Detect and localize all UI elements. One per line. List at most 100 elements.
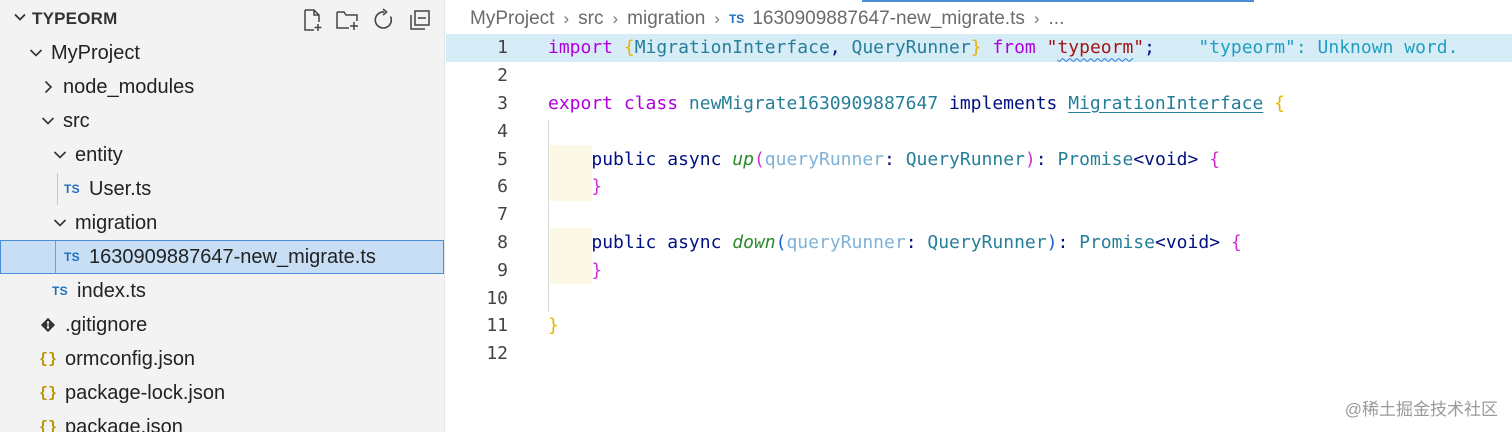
- line-number: 1: [497, 37, 508, 59]
- ts-badge: TS: [64, 182, 80, 196]
- code-text: }: [548, 315, 559, 337]
- code-area[interactable]: 1 import {MigrationInterface, QueryRunne…: [446, 34, 1512, 368]
- tree-item-label: ormconfig.json: [65, 347, 196, 370]
- line-number: 10: [486, 287, 508, 309]
- tree-item-entity[interactable]: entity: [0, 138, 444, 172]
- line-number: 4: [497, 120, 508, 142]
- ts-badge: TS: [64, 250, 80, 264]
- line-number: 2: [497, 65, 508, 87]
- tree-item-label: package-lock.json: [65, 381, 226, 404]
- code-text: }: [591, 259, 603, 281]
- line-number: 12: [486, 343, 508, 365]
- breadcrumb-item[interactable]: src: [578, 8, 603, 30]
- tree-item-label: migration: [75, 211, 158, 234]
- code-line: 8 public async down(queryRunner: QueryRu…: [446, 229, 1512, 257]
- chevron-right-icon: ›: [714, 9, 720, 28]
- code-line: 2: [446, 62, 1512, 90]
- code-line: 7: [446, 201, 1512, 229]
- code-line: 11 }: [446, 312, 1512, 340]
- tree-item-user-ts[interactable]: TS User.ts: [0, 172, 444, 206]
- active-tab-indicator: [862, 0, 1254, 2]
- breadcrumb: MyProject › src › migration › TS 1630909…: [446, 0, 1512, 38]
- code-text: export class newMigrate1630909887647 imp…: [548, 92, 1285, 114]
- tree-item-label: 1630909887647-new_migrate.ts: [89, 245, 376, 268]
- watermark: @稀土掘金技术社区: [1344, 400, 1498, 419]
- tree-item-migration[interactable]: migration: [0, 206, 444, 240]
- code-line: 4: [446, 117, 1512, 145]
- line-number: 6: [497, 176, 508, 198]
- tree-item-label: package.json: [65, 415, 183, 432]
- tree-item-label: MyProject: [51, 41, 140, 64]
- tree-item-label: entity: [75, 143, 123, 166]
- refresh-icon[interactable]: [370, 6, 398, 34]
- indent-guide: [57, 173, 58, 205]
- ts-badge: TS: [52, 284, 68, 298]
- indent-guide: [55, 241, 56, 273]
- tree-item-migration-file[interactable]: TS 1630909887647-new_migrate.ts: [0, 240, 444, 274]
- chevron-down-icon[interactable]: [12, 9, 28, 30]
- code-text: }: [591, 176, 603, 198]
- tree-item-src[interactable]: src: [0, 104, 444, 138]
- tree-item-gitignore[interactable]: .gitignore: [0, 308, 444, 342]
- tree-item-index-ts[interactable]: TS index.ts: [0, 274, 444, 308]
- git-icon: [37, 317, 59, 333]
- breadcrumb-more[interactable]: ...: [1049, 8, 1065, 30]
- tree-item-package-lock-json[interactable]: {} package-lock.json: [0, 376, 444, 410]
- code-line: 5 public async up(queryRunner: QueryRunn…: [446, 145, 1512, 173]
- chevron-right-icon: ›: [563, 9, 570, 28]
- code-line: 10: [446, 284, 1512, 312]
- file-tree: MyProject node_modules src entity TS Use…: [0, 36, 444, 432]
- line-number: 8: [497, 231, 508, 253]
- typescript-file-icon: TS: [49, 284, 71, 298]
- breadcrumb-item[interactable]: MyProject: [470, 8, 554, 30]
- line-number: 3: [497, 92, 508, 114]
- explorer-actions: [298, 6, 434, 34]
- code-line: 3 export class newMigrate1630909887647 i…: [446, 90, 1512, 118]
- line-number: 5: [497, 148, 508, 170]
- inline-diagnostic: "typeorm": Unknown word.: [1198, 37, 1459, 59]
- tree-item-label: node_modules: [63, 75, 195, 98]
- code-line: 12: [446, 340, 1512, 368]
- typescript-file-icon: TS: [61, 250, 83, 264]
- chevron-down-icon[interactable]: [49, 144, 71, 166]
- json-file-icon: {}: [37, 351, 59, 368]
- line-number: 7: [497, 204, 508, 226]
- collapse-all-icon[interactable]: [406, 6, 434, 34]
- chevron-right-icon: ›: [612, 9, 619, 28]
- code-line: 6 }: [446, 173, 1512, 201]
- new-folder-icon[interactable]: [334, 6, 362, 34]
- typescript-file-icon: TS: [728, 12, 745, 26]
- json-badge: {}: [38, 384, 57, 402]
- tree-item-label: .gitignore: [65, 313, 148, 336]
- tree-item-label: User.ts: [89, 177, 152, 200]
- json-file-icon: {}: [37, 419, 59, 432]
- breadcrumb-file[interactable]: 1630909887647-new_migrate.ts: [752, 8, 1025, 30]
- tree-item-myproject[interactable]: MyProject: [0, 36, 444, 70]
- typescript-file-icon: TS: [61, 182, 83, 196]
- breadcrumb-item[interactable]: migration: [627, 8, 705, 30]
- tree-item-package-json[interactable]: {} package.json: [0, 410, 444, 432]
- tree-item-label: index.ts: [77, 279, 146, 302]
- new-file-icon[interactable]: [298, 6, 326, 34]
- chevron-down-icon[interactable]: [37, 110, 59, 132]
- line-number: 9: [497, 259, 508, 281]
- chevron-right-icon: ›: [1033, 9, 1040, 28]
- code-editor: MyProject › src › migration › TS 1630909…: [446, 0, 1512, 432]
- code-line: 1 import {MigrationInterface, QueryRunne…: [446, 34, 1512, 62]
- json-file-icon: {}: [37, 385, 59, 402]
- json-badge: {}: [38, 418, 57, 432]
- explorer-sidebar: TYPEORM MyProject node_modules src entit…: [0, 0, 445, 432]
- code-line: 9 }: [446, 256, 1512, 284]
- code-text: public async down(queryRunner: QueryRunn…: [591, 231, 1242, 253]
- tree-item-ormconfig-json[interactable]: {} ormconfig.json: [0, 342, 444, 376]
- code-text: import {MigrationInterface, QueryRunner}…: [548, 37, 1459, 59]
- json-badge: {}: [38, 350, 57, 368]
- chevron-right-icon[interactable]: [37, 76, 59, 98]
- tree-item-label: src: [63, 109, 90, 132]
- line-number: 11: [486, 315, 508, 337]
- chevron-down-icon[interactable]: [49, 212, 71, 234]
- chevron-down-icon[interactable]: [25, 42, 47, 64]
- explorer-title: TYPEORM: [32, 9, 118, 28]
- tree-item-node-modules[interactable]: node_modules: [0, 70, 444, 104]
- code-text: public async up(queryRunner: QueryRunner…: [591, 148, 1221, 170]
